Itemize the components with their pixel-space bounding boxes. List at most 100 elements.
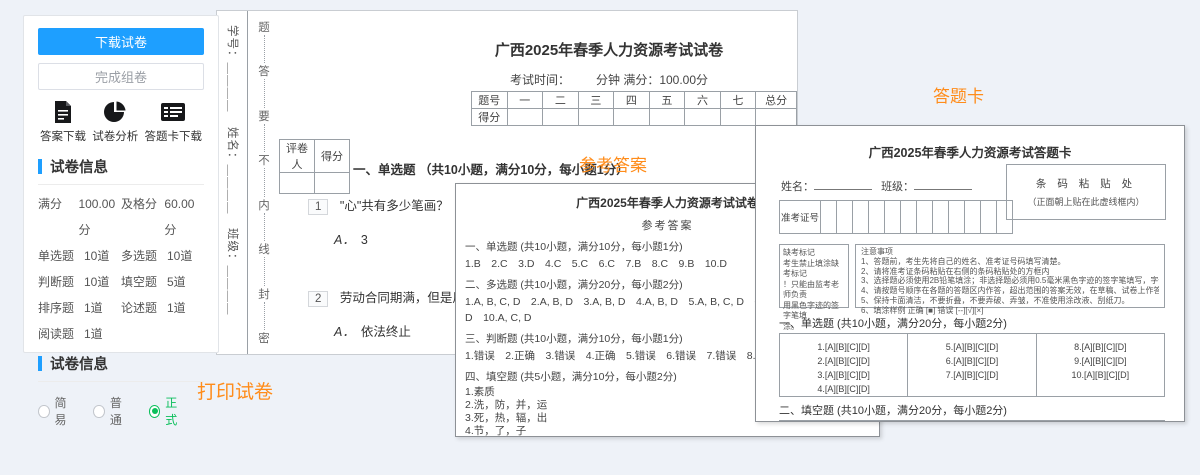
info-value: 10道	[167, 243, 192, 269]
bubble-row: 6.[A][B][C][D]	[946, 354, 999, 368]
exam-number-box	[821, 200, 837, 234]
notice-line: 5、保持卡面清洁，不要折叠，不要弄破、弄皱，不准使用涂改液、刮纸刀。	[861, 296, 1159, 306]
score-header-cell: 一	[507, 92, 543, 109]
seal-char: 答	[258, 63, 270, 79]
seal-char: 内	[258, 197, 270, 213]
info-value: 5道	[167, 269, 186, 295]
exam-number-box	[981, 200, 997, 234]
student-id-field-label: 学号：＿＿＿＿	[225, 25, 241, 113]
info-row: 排序题1道 论述题1道	[38, 295, 204, 321]
class-blank-line	[914, 178, 972, 190]
answers-fill-item: 4.节，了，子	[465, 425, 873, 437]
radio-label: 普通	[110, 394, 131, 428]
answer-card-download-button[interactable]: 答题卡下载	[145, 100, 203, 144]
answers-paper-title: 广西2025年春季人力资源考试试卷	[576, 194, 759, 211]
seal-char: 线	[258, 241, 270, 257]
answer-card-title: 广西2025年春季人力资源考试答题卡	[869, 142, 1072, 161]
info-row: 满分100.00分 及格分60.00分	[38, 191, 204, 243]
question-1: 1 "心"共有多少笔画？	[308, 195, 449, 215]
seal-char: 题	[258, 19, 270, 35]
radio-mode-easy[interactable]: 简易	[38, 394, 75, 428]
info-label: 阅读题	[38, 321, 82, 347]
question-number-badge: 2	[308, 291, 328, 307]
score-summary-table: 题号 一 二 三 四 五 六 七 总分 得分	[471, 91, 797, 126]
score-row-label: 得分	[472, 109, 508, 126]
name-label: 姓名：	[781, 181, 814, 193]
paper-mode-radio-group: 简易 普通 正式	[38, 394, 204, 428]
bubble-column: 8.[A][B][C][D] 9.[A][B][C][D] 10.[A][B][…	[1037, 334, 1164, 396]
notice-line: 2、请将准考证条码粘贴在右侧的条码粘贴处的方框内	[861, 267, 1159, 277]
info-value: 1道	[84, 321, 103, 347]
exam-paper-subtitle: 考试时间：分钟 满分：100.00分	[510, 71, 708, 88]
print-paper-label: 打印试卷	[197, 377, 273, 404]
notice-line: 1、答题前，考生先将自己的姓名、准考证号码填写清楚。	[861, 257, 1159, 267]
radio-mode-formal[interactable]: 正式	[149, 394, 186, 428]
student-class-field-label: 班级：＿＿＿＿	[225, 228, 241, 316]
paper-analysis-icon	[103, 100, 127, 124]
option-letter: A．	[334, 233, 355, 247]
bubble-row: 7.[A][B][C][D]	[946, 368, 999, 382]
question-2-option-a: A．依法终止	[334, 321, 411, 340]
download-paper-button[interactable]: 下载试卷	[38, 28, 204, 55]
info-row: 判断题10道 填空题5道	[38, 269, 204, 295]
paper-mode-section-header: 试卷信息	[38, 353, 204, 382]
info-value: 1道	[167, 295, 186, 321]
choice-bubble-table: 1.[A][B][C][D] 2.[A][B][C][D] 3.[A][B][C…	[779, 333, 1165, 397]
exam-number-box	[997, 200, 1013, 234]
info-label: 单选题	[38, 243, 82, 269]
info-value: 60.00分	[164, 191, 204, 243]
info-label: 论述题	[121, 295, 165, 321]
exam-number-label: 准考证号	[779, 200, 821, 234]
exam-number-box	[965, 200, 981, 234]
exam-number-box	[901, 200, 917, 234]
bubble-column: 5.[A][B][C][D] 6.[A][B][C][D] 7.[A][B][C…	[908, 334, 1036, 396]
score-header-cell: 四	[614, 92, 650, 109]
score-header-cell: 题号	[472, 92, 508, 109]
section-title: 试卷信息	[50, 156, 108, 177]
question-text: "心"共有多少笔画？	[340, 199, 449, 213]
radio-icon	[93, 405, 105, 418]
info-row: 单选题10道 多选题10道	[38, 243, 204, 269]
info-label: 满分	[38, 191, 76, 243]
class-label: 班级：	[881, 181, 914, 193]
barcode-paste-box: 条 码 粘 贴 处 （正面朝上贴在此虚线框内）	[1006, 164, 1166, 220]
exam-number-box	[837, 200, 853, 234]
bubble-row: 1.[A][B][C][D]	[817, 340, 870, 354]
card-single-choice-heading: 一、单选题 (共10小题，满分20分，每小题2分)	[779, 315, 1007, 331]
answers-paper-subtitle: 参考答案	[642, 217, 694, 233]
absent-line: ！只能由监考老师负责	[783, 280, 845, 301]
notice-box: 注意事项 1、答题前，考生先将自己的姓名、准考证号码填写清楚。 2、请将准考证条…	[855, 244, 1165, 308]
answer-download-icon	[51, 100, 75, 124]
seal-dotted-line: 题 答 要 不 内 线 封 密	[257, 19, 271, 346]
name-blank-line	[814, 178, 872, 190]
option-text: 3	[361, 233, 368, 247]
exam-score-label: 分钟 满分：100.00分	[596, 73, 708, 87]
info-label: 排序题	[38, 295, 82, 321]
barcode-title: 条 码 粘 贴 处	[1036, 176, 1136, 191]
question-1-option-a: A． 3	[334, 229, 368, 248]
option-letter: A．	[334, 325, 355, 339]
student-name-field-label: 姓名：＿＿＿＿	[225, 127, 241, 215]
bubble-row: 3.[A][B][C][D]	[817, 368, 870, 382]
paper-analysis-button[interactable]: 试卷分析	[92, 100, 138, 144]
absent-line: 缺考标记	[783, 248, 845, 259]
finish-assembly-button[interactable]: 完成组卷	[38, 63, 204, 90]
exam-builder-screen: 下载试卷 完成组卷 答案下载 试卷分析 答题卡下载	[0, 0, 1200, 475]
info-value: 10道	[84, 269, 109, 295]
paper-info-grid: 满分100.00分 及格分60.00分 单选题10道 多选题10道 判断题10道…	[38, 191, 204, 347]
radio-label: 正式	[165, 394, 186, 428]
barcode-note: （正面朝上贴在此虚线框内）	[1027, 195, 1144, 208]
section-title: 试卷信息	[50, 353, 108, 374]
bubble-row: 9.[A][B][C][D]	[1074, 354, 1127, 368]
radio-mode-normal[interactable]: 普通	[93, 394, 130, 428]
answer-download-button[interactable]: 答案下载	[40, 100, 86, 144]
sidebar-panel: 下载试卷 完成组卷 答案下载 试卷分析 答题卡下载	[23, 15, 219, 353]
bubble-row: 5.[A][B][C][D]	[946, 340, 999, 354]
bubble-row: 2.[A][B][C][D]	[817, 354, 870, 368]
score-header-cell: 三	[578, 92, 614, 109]
answer-card-label: 答题卡	[933, 82, 984, 107]
bubble-row: 10.[A][B][C][D]	[1072, 368, 1130, 382]
grader-label: 评卷人	[280, 140, 315, 173]
info-label: 多选题	[121, 243, 165, 269]
answer-card-preview: 广西2025年春季人力资源考试答题卡 姓名： 班级： 条 码 粘 贴 处 （正面…	[755, 125, 1185, 422]
